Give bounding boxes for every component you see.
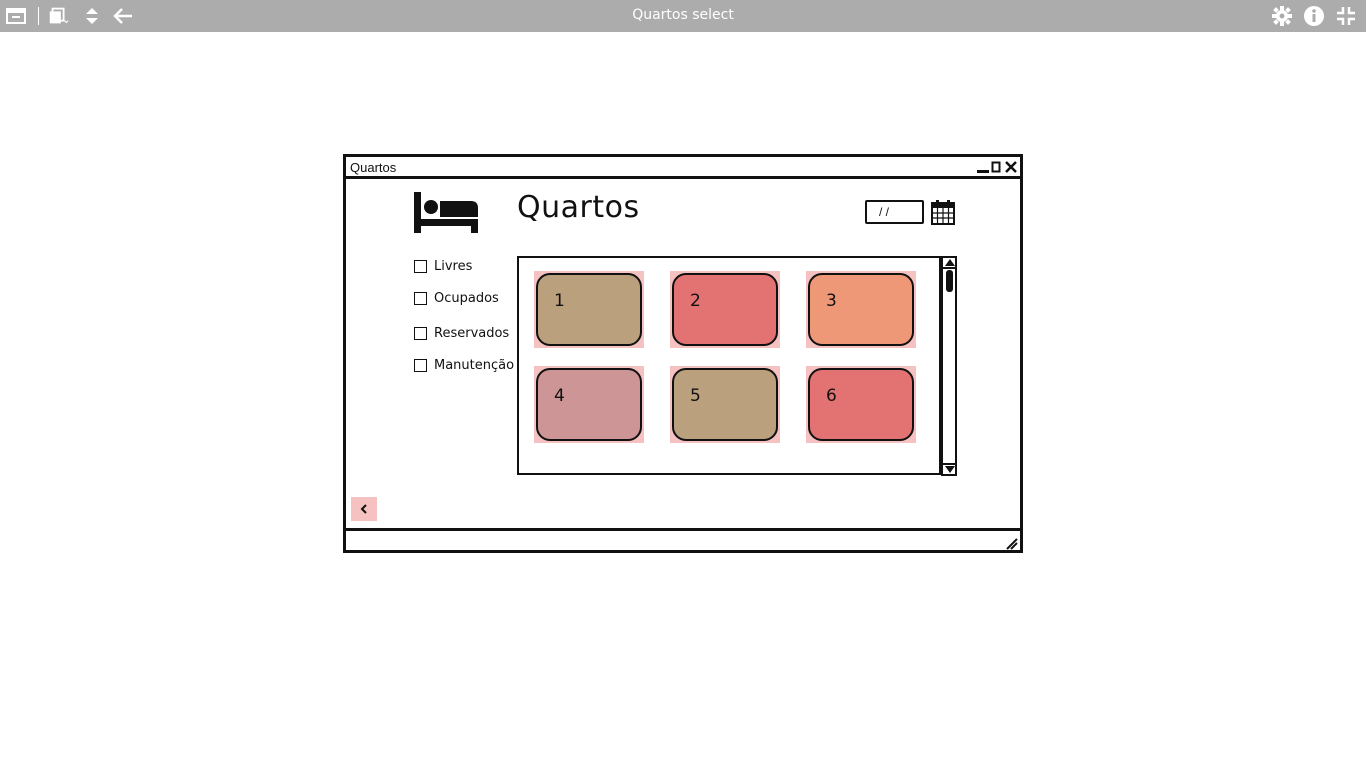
filter-manutencao[interactable]: Manutenção bbox=[414, 358, 514, 373]
minimize-icon[interactable] bbox=[976, 159, 990, 175]
room-tile-5[interactable]: 5 bbox=[670, 366, 780, 443]
filter-label: Reservados bbox=[434, 326, 510, 341]
scroll-up-icon[interactable] bbox=[945, 259, 955, 266]
scroll-divider bbox=[943, 267, 955, 269]
gear-icon[interactable] bbox=[1270, 4, 1294, 28]
filter-reservados[interactable]: Reservados bbox=[414, 326, 509, 341]
room-card: 6 bbox=[808, 368, 914, 441]
room-card: 4 bbox=[536, 368, 642, 441]
room-tile-6[interactable]: 6 bbox=[806, 366, 916, 443]
room-tile-3[interactable]: 3 bbox=[806, 271, 916, 348]
resize-grip-icon[interactable] bbox=[1005, 536, 1019, 555]
viewer-toolbar: Quartos select bbox=[0, 0, 1366, 32]
room-card: 2 bbox=[672, 273, 778, 346]
room-tile-2[interactable]: 2 bbox=[670, 271, 780, 348]
filter-ocupados[interactable]: Ocupados bbox=[414, 291, 499, 306]
page-title: Quartos bbox=[517, 190, 640, 225]
ocupados-checkbox[interactable] bbox=[414, 292, 427, 305]
room-card: 1 bbox=[536, 273, 642, 346]
room-number: 4 bbox=[554, 386, 565, 406]
scroll-divider bbox=[943, 463, 955, 465]
room-tile-4[interactable]: 4 bbox=[534, 366, 644, 443]
scroll-down-icon[interactable] bbox=[945, 466, 955, 473]
calendar-icon[interactable] bbox=[930, 199, 956, 230]
room-card: 3 bbox=[808, 273, 914, 346]
room-number: 6 bbox=[826, 386, 837, 406]
filter-label: Ocupados bbox=[434, 291, 499, 306]
livres-checkbox[interactable] bbox=[414, 260, 427, 273]
filter-label: Livres bbox=[434, 259, 473, 274]
rooms-scrollbar[interactable] bbox=[941, 256, 957, 476]
back-button[interactable] bbox=[351, 497, 377, 521]
maximize-icon[interactable] bbox=[991, 159, 1001, 175]
filter-livres[interactable]: Livres bbox=[414, 259, 472, 274]
date-field[interactable]: / / bbox=[865, 200, 924, 224]
room-tile-1[interactable]: 1 bbox=[534, 271, 644, 348]
exit-fullscreen-icon[interactable] bbox=[1334, 4, 1358, 28]
window-titlebar: Quartos bbox=[346, 157, 1020, 179]
room-number: 3 bbox=[826, 291, 837, 311]
room-number: 2 bbox=[690, 291, 701, 311]
window-statusbar bbox=[346, 528, 1020, 550]
info-icon[interactable] bbox=[1302, 4, 1326, 28]
scroll-thumb[interactable] bbox=[946, 270, 953, 292]
viewer-title: Quartos select bbox=[632, 7, 734, 23]
room-number: 1 bbox=[554, 291, 565, 311]
bed-icon bbox=[414, 192, 478, 238]
reservados-checkbox[interactable] bbox=[414, 327, 427, 340]
manutencao-checkbox[interactable] bbox=[414, 359, 427, 372]
room-card: 5 bbox=[672, 368, 778, 441]
window-title: Quartos bbox=[350, 160, 397, 175]
room-number: 5 bbox=[690, 386, 701, 406]
close-icon[interactable] bbox=[1004, 159, 1018, 175]
chevron-left-icon bbox=[360, 504, 367, 514]
filter-label: Manutenção bbox=[434, 358, 515, 373]
